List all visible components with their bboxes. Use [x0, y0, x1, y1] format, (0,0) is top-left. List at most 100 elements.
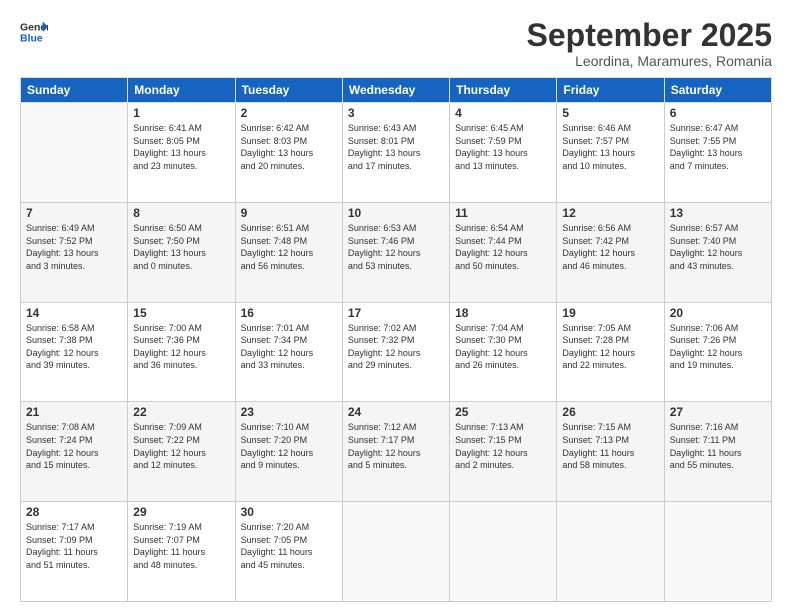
table-cell	[342, 502, 449, 602]
logo-icon: General Blue	[20, 18, 48, 46]
table-cell: 30 Sunrise: 7:20 AM Sunset: 7:05 PM Dayli…	[235, 502, 342, 602]
table-cell: 7 Sunrise: 6:49 AM Sunset: 7:52 PM Daylig…	[21, 202, 128, 302]
day-info: Sunrise: 7:20 AM Sunset: 7:05 PM Dayligh…	[241, 521, 337, 571]
day-number: 19	[562, 306, 658, 320]
table-cell: 24 Sunrise: 7:12 AM Sunset: 7:17 PM Dayli…	[342, 402, 449, 502]
table-cell: 20 Sunrise: 7:06 AM Sunset: 7:26 PM Dayli…	[664, 302, 771, 402]
day-number: 15	[133, 306, 229, 320]
day-info: Sunrise: 6:54 AM Sunset: 7:44 PM Dayligh…	[455, 222, 551, 272]
day-info: Sunrise: 6:49 AM Sunset: 7:52 PM Dayligh…	[26, 222, 122, 272]
table-cell: 19 Sunrise: 7:05 AM Sunset: 7:28 PM Dayli…	[557, 302, 664, 402]
day-info: Sunrise: 7:12 AM Sunset: 7:17 PM Dayligh…	[348, 421, 444, 471]
day-number: 30	[241, 505, 337, 519]
calendar-week-1: 1 Sunrise: 6:41 AM Sunset: 8:05 PM Daylig…	[21, 103, 772, 203]
table-cell: 22 Sunrise: 7:09 AM Sunset: 7:22 PM Dayli…	[128, 402, 235, 502]
table-cell	[664, 502, 771, 602]
table-cell	[450, 502, 557, 602]
day-number: 13	[670, 206, 766, 220]
day-number: 4	[455, 106, 551, 120]
header: General Blue September 2025 Leordina, Ma…	[20, 18, 772, 69]
logo: General Blue	[20, 18, 48, 46]
day-number: 7	[26, 206, 122, 220]
calendar-week-3: 14 Sunrise: 6:58 AM Sunset: 7:38 PM Dayli…	[21, 302, 772, 402]
day-info: Sunrise: 6:57 AM Sunset: 7:40 PM Dayligh…	[670, 222, 766, 272]
calendar-week-4: 21 Sunrise: 7:08 AM Sunset: 7:24 PM Dayli…	[21, 402, 772, 502]
table-cell: 5Sunrise: 6:46 AM Sunset: 7:57 PM Daylig…	[557, 103, 664, 203]
day-info: Sunrise: 7:19 AM Sunset: 7:07 PM Dayligh…	[133, 521, 229, 571]
weekday-header-row: Sunday Monday Tuesday Wednesday Thursday…	[21, 78, 772, 103]
header-sunday: Sunday	[21, 78, 128, 103]
table-cell: 27Sunrise: 7:16 AM Sunset: 7:11 PM Dayli…	[664, 402, 771, 502]
day-number: 29	[133, 505, 229, 519]
table-cell: 11 Sunrise: 6:54 AM Sunset: 7:44 PM Dayli…	[450, 202, 557, 302]
table-cell: 26 Sunrise: 7:15 AM Sunset: 7:13 PM Dayli…	[557, 402, 664, 502]
day-number: 16	[241, 306, 337, 320]
day-info: Sunrise: 6:56 AM Sunset: 7:42 PM Dayligh…	[562, 222, 658, 272]
day-info: Sunrise: 7:16 AM Sunset: 7:11 PM Dayligh…	[670, 421, 766, 471]
day-number: 20	[670, 306, 766, 320]
day-info: Sunrise: 6:53 AM Sunset: 7:46 PM Dayligh…	[348, 222, 444, 272]
day-info: Sunrise: 7:15 AM Sunset: 7:13 PM Dayligh…	[562, 421, 658, 471]
table-cell: 28Sunrise: 7:17 AM Sunset: 7:09 PM Dayli…	[21, 502, 128, 602]
day-info: Sunrise: 6:51 AM Sunset: 7:48 PM Dayligh…	[241, 222, 337, 272]
header-monday: Monday	[128, 78, 235, 103]
day-number: 8	[133, 206, 229, 220]
day-number: 2	[241, 106, 337, 120]
header-wednesday: Wednesday	[342, 78, 449, 103]
table-cell: 4 Sunrise: 6:45 AM Sunset: 7:59 PM Daylig…	[450, 103, 557, 203]
day-number: 10	[348, 206, 444, 220]
calendar-week-5: 28Sunrise: 7:17 AM Sunset: 7:09 PM Dayli…	[21, 502, 772, 602]
day-info: Sunrise: 6:47 AM Sunset: 7:55 PM Dayligh…	[670, 122, 766, 172]
day-info: Sunrise: 6:58 AM Sunset: 7:38 PM Dayligh…	[26, 322, 122, 372]
table-cell: 15Sunrise: 7:00 AM Sunset: 7:36 PM Dayli…	[128, 302, 235, 402]
table-cell: 2Sunrise: 6:42 AM Sunset: 8:03 PM Daylig…	[235, 103, 342, 203]
table-cell: 14 Sunrise: 6:58 AM Sunset: 7:38 PM Dayli…	[21, 302, 128, 402]
day-info: Sunrise: 7:04 AM Sunset: 7:30 PM Dayligh…	[455, 322, 551, 372]
table-cell: 21 Sunrise: 7:08 AM Sunset: 7:24 PM Dayli…	[21, 402, 128, 502]
table-cell: 16Sunrise: 7:01 AM Sunset: 7:34 PM Dayli…	[235, 302, 342, 402]
day-info: Sunrise: 6:41 AM Sunset: 8:05 PM Dayligh…	[133, 122, 229, 172]
table-cell: 12 Sunrise: 6:56 AM Sunset: 7:42 PM Dayli…	[557, 202, 664, 302]
header-saturday: Saturday	[664, 78, 771, 103]
day-number: 25	[455, 405, 551, 419]
table-cell	[21, 103, 128, 203]
title-section: September 2025 Leordina, Maramures, Roma…	[527, 18, 772, 69]
table-cell: 17Sunrise: 7:02 AM Sunset: 7:32 PM Dayli…	[342, 302, 449, 402]
table-cell	[557, 502, 664, 602]
header-friday: Friday	[557, 78, 664, 103]
table-cell: 10 Sunrise: 6:53 AM Sunset: 7:46 PM Dayli…	[342, 202, 449, 302]
month-title: September 2025	[527, 18, 772, 53]
day-info: Sunrise: 7:17 AM Sunset: 7:09 PM Dayligh…	[26, 521, 122, 571]
day-number: 22	[133, 405, 229, 419]
header-thursday: Thursday	[450, 78, 557, 103]
day-number: 9	[241, 206, 337, 220]
day-number: 26	[562, 405, 658, 419]
page: General Blue September 2025 Leordina, Ma…	[0, 0, 792, 612]
day-number: 12	[562, 206, 658, 220]
day-info: Sunrise: 6:43 AM Sunset: 8:01 PM Dayligh…	[348, 122, 444, 172]
day-info: Sunrise: 7:13 AM Sunset: 7:15 PM Dayligh…	[455, 421, 551, 471]
table-cell: 18 Sunrise: 7:04 AM Sunset: 7:30 PM Dayli…	[450, 302, 557, 402]
day-info: Sunrise: 7:06 AM Sunset: 7:26 PM Dayligh…	[670, 322, 766, 372]
table-cell: 1 Sunrise: 6:41 AM Sunset: 8:05 PM Daylig…	[128, 103, 235, 203]
day-number: 24	[348, 405, 444, 419]
table-cell: 29 Sunrise: 7:19 AM Sunset: 7:07 PM Dayli…	[128, 502, 235, 602]
day-info: Sunrise: 7:10 AM Sunset: 7:20 PM Dayligh…	[241, 421, 337, 471]
day-number: 1	[133, 106, 229, 120]
day-number: 21	[26, 405, 122, 419]
day-info: Sunrise: 6:50 AM Sunset: 7:50 PM Dayligh…	[133, 222, 229, 272]
day-number: 23	[241, 405, 337, 419]
day-number: 5	[562, 106, 658, 120]
day-number: 6	[670, 106, 766, 120]
table-cell: 6 Sunrise: 6:47 AM Sunset: 7:55 PM Daylig…	[664, 103, 771, 203]
day-number: 11	[455, 206, 551, 220]
day-info: Sunrise: 6:45 AM Sunset: 7:59 PM Dayligh…	[455, 122, 551, 172]
table-cell: 23 Sunrise: 7:10 AM Sunset: 7:20 PM Dayli…	[235, 402, 342, 502]
table-cell: 3Sunrise: 6:43 AM Sunset: 8:01 PM Daylig…	[342, 103, 449, 203]
day-number: 14	[26, 306, 122, 320]
day-info: Sunrise: 7:02 AM Sunset: 7:32 PM Dayligh…	[348, 322, 444, 372]
day-info: Sunrise: 7:09 AM Sunset: 7:22 PM Dayligh…	[133, 421, 229, 471]
day-info: Sunrise: 7:08 AM Sunset: 7:24 PM Dayligh…	[26, 421, 122, 471]
day-number: 18	[455, 306, 551, 320]
day-info: Sunrise: 7:05 AM Sunset: 7:28 PM Dayligh…	[562, 322, 658, 372]
